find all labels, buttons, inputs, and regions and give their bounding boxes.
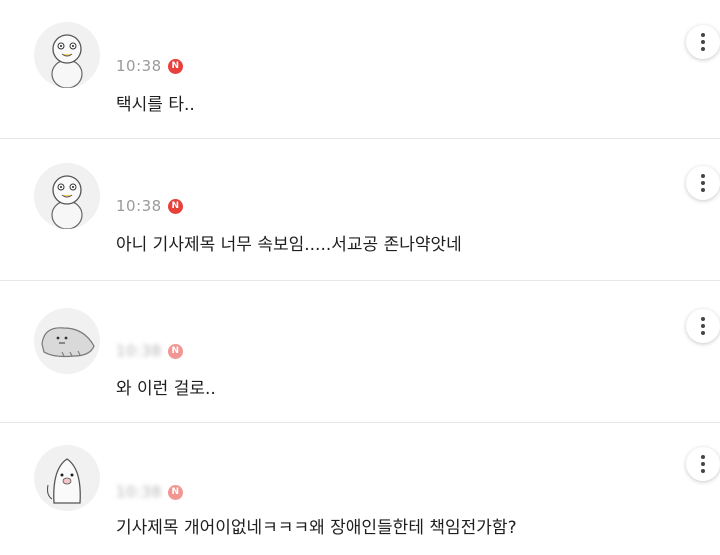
more-dot-icon: [701, 317, 705, 321]
comment-item: 10:38 N 택시를 타..: [0, 0, 720, 139]
comment-meta: 10:38 N: [116, 482, 183, 502]
comment-text: 와 이런 걸로..: [116, 379, 216, 399]
more-dot-icon: [701, 324, 705, 328]
more-dot-icon: [701, 462, 705, 466]
more-dot-icon: [701, 331, 705, 335]
comment-time: 10:38: [116, 57, 162, 75]
more-dot-icon: [701, 455, 705, 459]
more-dot-icon: [701, 40, 705, 44]
comment-item: 10:38 N 아니 기사제목 너무 속보임.....서교공 존나약앗네: [0, 139, 720, 281]
comment-item: 10:38 N 기사제목 개어이없네ㅋㅋㅋ왜 장애인들한테 책임전가함?: [0, 423, 720, 555]
more-dot-icon: [701, 174, 705, 178]
comment-meta: 10:38 N: [116, 196, 183, 216]
comment-text: 기사제목 개어이없네ㅋㅋㅋ왜 장애인들한테 책임전가함?: [116, 518, 517, 538]
comment-meta: 10:38 N: [116, 341, 183, 361]
new-badge: N: [167, 343, 183, 359]
comment-time: 10:38: [116, 342, 162, 360]
seal-avatar-icon[interactable]: [34, 308, 100, 374]
more-dot-icon: [701, 33, 705, 37]
duck-avatar-icon[interactable]: [34, 163, 100, 229]
comment-time: 10:38: [116, 483, 162, 501]
new-badge: N: [167, 484, 183, 500]
more-dot-icon: [701, 469, 705, 473]
duck-avatar-icon[interactable]: [34, 22, 100, 88]
comment-text: 택시를 타..: [116, 95, 195, 115]
comment-time: 10:38: [116, 197, 162, 215]
comment-meta: 10:38 N: [116, 56, 183, 76]
more-dot-icon: [701, 181, 705, 185]
more-options-button[interactable]: [686, 309, 720, 343]
penguin-avatar-icon[interactable]: [34, 445, 100, 511]
comment-list: 10:38 N 택시를 타.. 10:38 N 아니 기사제목 너무 속보임..…: [0, 0, 720, 555]
new-badge: N: [167, 198, 183, 214]
comment-text: 아니 기사제목 너무 속보임.....서교공 존나약앗네: [116, 235, 462, 255]
new-badge: N: [167, 58, 183, 74]
more-options-button[interactable]: [686, 447, 720, 481]
more-options-button[interactable]: [686, 166, 720, 200]
more-dot-icon: [701, 47, 705, 51]
comment-item: 10:38 N 와 이런 걸로..: [0, 281, 720, 423]
more-dot-icon: [701, 188, 705, 192]
more-options-button[interactable]: [686, 25, 720, 59]
